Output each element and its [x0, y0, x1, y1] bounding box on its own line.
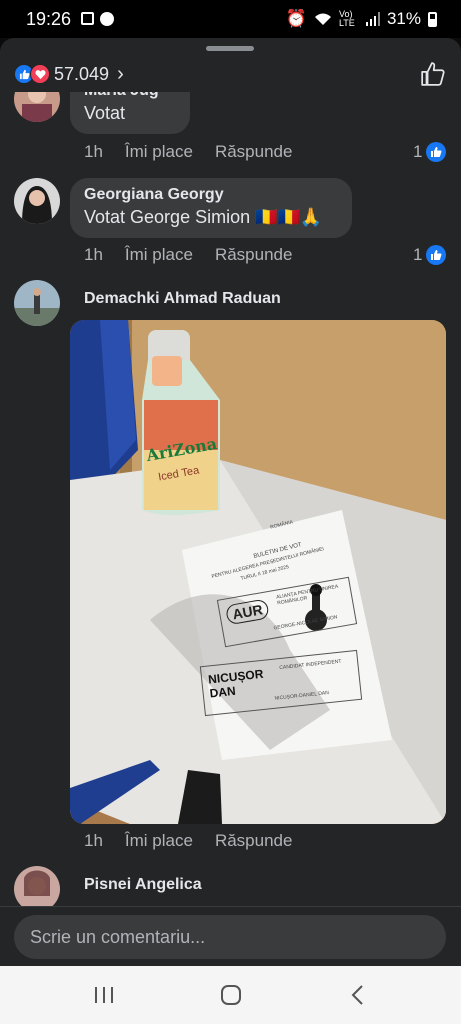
reply-button[interactable]: Răspunde — [215, 142, 293, 162]
battery-percent: 31% — [386, 9, 421, 28]
status-time: 19:26 — [26, 8, 72, 29]
status-bar: 19:26 ⏰ Vo) LTE 31% — [0, 0, 461, 38]
comments-sheet: Maria Jug Votat 1h Îmi place Răspunde 1 … — [0, 38, 461, 966]
messenger-icon — [100, 12, 115, 26]
home-button[interactable] — [211, 975, 251, 1015]
avatar[interactable] — [14, 280, 60, 326]
comment-actions: 1h Îmi place Răspunde — [84, 142, 292, 162]
recent-apps-icon — [94, 987, 113, 1003]
reactions-header[interactable]: 57.049 › — [0, 56, 461, 92]
comment-time[interactable]: 1h — [84, 245, 103, 265]
comment-author[interactable]: Georgiana Georgy — [84, 186, 338, 204]
battery-icon — [428, 11, 437, 27]
comment-time[interactable]: 1h — [84, 831, 103, 851]
like-icon — [426, 245, 447, 265]
aur-candidate: GEORGE-NICOLAE SIMION — [273, 614, 338, 632]
like-count-value: 1 — [413, 142, 423, 161]
comment-input[interactable] — [14, 915, 446, 959]
drag-handle[interactable] — [206, 46, 254, 51]
comment-time[interactable]: 1h — [84, 142, 103, 162]
like-post-button[interactable] — [419, 60, 447, 88]
signal-icon — [365, 12, 380, 26]
reply-button[interactable]: Răspunde — [215, 831, 293, 851]
like-count-value: 1 — [413, 245, 423, 264]
comment-bubble[interactable]: Georgiana Georgy Votat George Simion 🇷🇴🇷… — [70, 178, 352, 238]
thumbs-up-icon — [421, 62, 445, 86]
comments-feed[interactable]: Maria Jug Votat 1h Îmi place Răspunde 1 … — [0, 38, 461, 908]
like-comment-button[interactable]: Îmi place — [125, 142, 193, 162]
comment-text: Votat — [84, 103, 126, 123]
avatar[interactable] — [14, 866, 60, 908]
back-icon — [351, 985, 363, 1005]
dan-party-name: CANDIDAT INDEPENDENT — [279, 658, 342, 672]
reaction-icons — [14, 64, 50, 84]
aur-logo: AUR — [224, 598, 271, 626]
reaction-count: 57.049 — [54, 63, 110, 84]
like-comment-button[interactable]: Îmi place — [125, 245, 193, 265]
avatar[interactable] — [14, 178, 60, 224]
dan-logo-line1: NICUȘOR — [207, 666, 265, 687]
system-navigation-bar — [0, 966, 461, 1024]
chevron-right-icon: › — [117, 62, 124, 85]
comment-author[interactable]: Demachki Ahmad Raduan — [84, 290, 281, 308]
dan-candidate: NICUȘOR-DANIEL DAN — [274, 690, 330, 702]
like-icon — [426, 142, 447, 162]
reply-button[interactable]: Răspunde — [215, 245, 293, 265]
back-button[interactable] — [338, 975, 378, 1015]
comment-like-count[interactable]: 1 — [413, 245, 447, 265]
alarm-icon: ⏰ — [285, 9, 307, 28]
comment-actions: 1h Îmi place Răspunde — [84, 831, 292, 851]
comment-author[interactable]: Pisnei Angelica — [84, 876, 202, 894]
comment-photo[interactable]: AriZona Iced Tea ROMÂNIA BULETIN DE VOT … — [70, 320, 446, 824]
comment-composer — [0, 906, 461, 966]
recent-apps-button[interactable] — [84, 975, 124, 1015]
network-label: Vo) LTE — [338, 9, 355, 28]
gallery-icon — [81, 12, 95, 25]
comment-actions: 1h Îmi place Răspunde — [84, 245, 292, 265]
love-reaction-icon — [30, 64, 50, 84]
comment-like-count[interactable]: 1 — [413, 142, 447, 162]
like-comment-button[interactable]: Îmi place — [125, 831, 193, 851]
wifi-icon — [314, 13, 331, 25]
home-icon — [220, 985, 241, 1005]
comment-text: Votat George Simion 🇷🇴🇷🇴🙏 — [84, 207, 323, 227]
dan-logo-line2: DAN — [208, 683, 237, 701]
